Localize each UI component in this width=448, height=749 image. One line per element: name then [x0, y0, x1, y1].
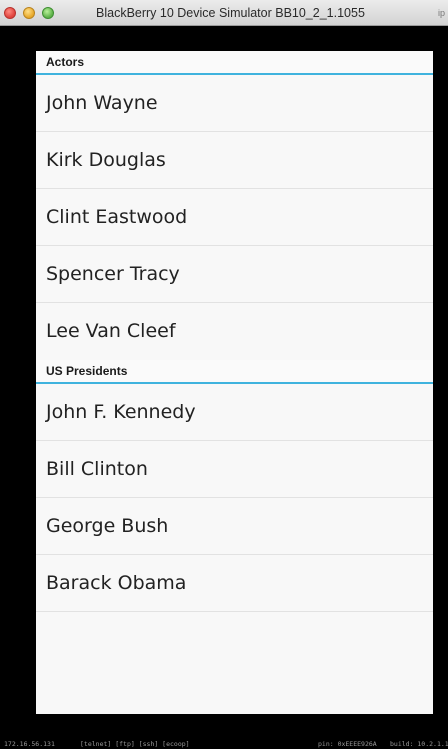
list-item[interactable]: John Wayne — [36, 75, 433, 132]
device-screen: Actors John Wayne Kirk Douglas Clint Eas… — [36, 51, 433, 714]
build-number: build: 10.2.1.1 — [390, 740, 448, 748]
list-item[interactable]: Bill Clinton — [36, 441, 433, 498]
title-bar-truncated-text: ip — [438, 8, 446, 18]
list-item[interactable]: John F. Kennedy — [36, 384, 433, 441]
simulator-status-bar: 172.16.56.131 [telnet] [ftp] [ssh] [ecoo… — [0, 739, 448, 749]
section-header-us-presidents: US Presidents — [36, 360, 433, 384]
service-links[interactable]: [telnet] [ftp] [ssh] [ecoop] — [80, 739, 190, 749]
window-title: BlackBerry 10 Device Simulator BB10_2_1.… — [96, 6, 365, 20]
title-bar[interactable]: BlackBerry 10 Device Simulator BB10_2_1.… — [0, 0, 448, 26]
list-item[interactable]: Clint Eastwood — [36, 189, 433, 246]
ip-address: 172.16.56.131 — [4, 740, 55, 748]
list-item[interactable]: Lee Van Cleef — [36, 303, 433, 360]
section-header-actors: Actors — [36, 51, 433, 75]
list-item[interactable]: George Bush — [36, 498, 433, 555]
minimize-window-button[interactable] — [23, 7, 35, 19]
list-item[interactable]: Kirk Douglas — [36, 132, 433, 189]
zoom-window-button[interactable] — [42, 7, 54, 19]
simulator-window: BlackBerry 10 Device Simulator BB10_2_1.… — [0, 0, 448, 749]
close-window-button[interactable] — [4, 7, 16, 19]
device-pin: pin: 0xEEEE926A — [318, 740, 377, 748]
list-item[interactable]: Spencer Tracy — [36, 246, 433, 303]
list-item[interactable]: Barack Obama — [36, 555, 433, 612]
